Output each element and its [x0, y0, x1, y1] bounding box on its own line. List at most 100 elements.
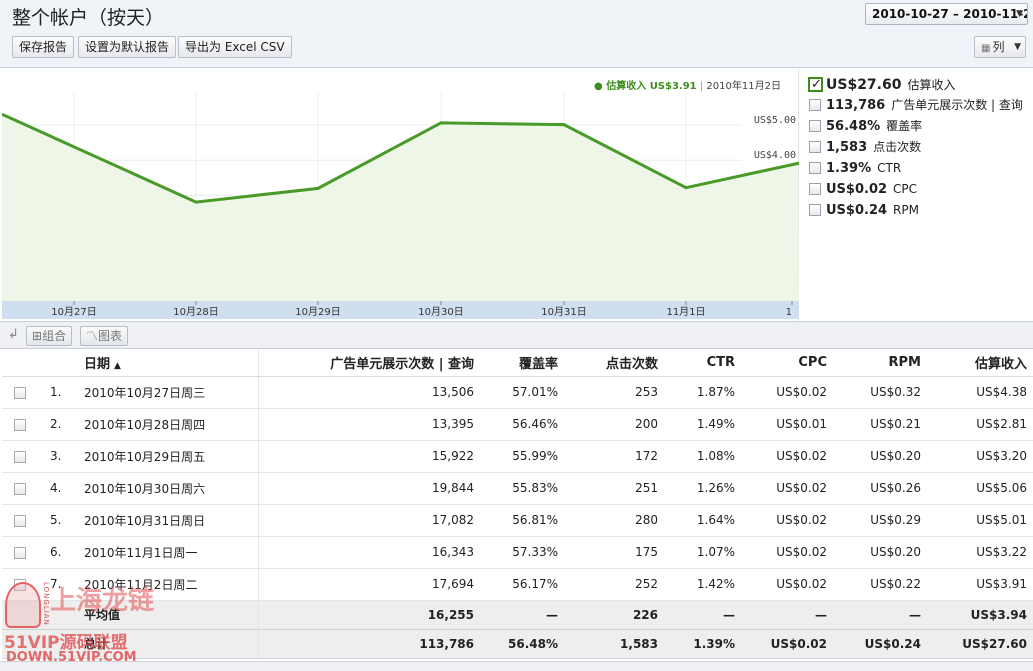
table-row[interactable]: 3. 2010年10月29日周五 15,922 55.99% 172 1.08% US$0.…	[2, 440, 1033, 473]
row-clicks: 172	[564, 440, 664, 473]
metric-checkbox[interactable]	[809, 120, 821, 132]
metric-checkbox[interactable]	[809, 162, 821, 174]
set-default-report-button[interactable]: 设置为默认报告	[78, 36, 177, 58]
row-ctr: 1.64%	[664, 504, 741, 537]
total-clicks: 1,583	[564, 629, 664, 659]
summary-blank	[2, 629, 40, 659]
legend-series: ● 估算收入 US$3.91	[594, 81, 697, 92]
row-checkbox[interactable]	[14, 450, 26, 463]
table-row[interactable]: 6. 2010年11月1日周一 16,343 57.33% 175 1.07% US$0.0…	[2, 536, 1033, 569]
row-checkbox[interactable]	[14, 386, 26, 399]
metric-label: CPC	[893, 182, 918, 196]
metric-checkbox[interactable]	[809, 141, 821, 153]
metric-checkbox[interactable]	[809, 99, 821, 111]
data-point	[72, 145, 76, 149]
header-rpm[interactable]: RPM	[833, 350, 927, 377]
metric-item[interactable]: 113,786 广告单元展示次数 | 查询	[806, 95, 1031, 116]
row-clicks: 280	[564, 504, 664, 537]
metric-item[interactable]: 1.39% CTR	[806, 158, 1031, 179]
metric-item[interactable]: US$0.24 RPM	[806, 200, 1031, 221]
chart-svg: US$0.00US$1.00US$2.00US$3.00US$4.00US$5.…	[1, 93, 800, 302]
total-impressions: 113,786	[258, 629, 480, 659]
y-tick-label: US$4.00	[754, 150, 796, 161]
total-ctr: 1.39%	[664, 629, 741, 659]
header-coverage[interactable]: 覆盖率	[480, 350, 564, 377]
date-range-label: 2010-10-27 – 2010-11-2	[872, 7, 1028, 21]
table-row[interactable]: 1. 2010年10月27日周三 13,506 57.01% 253 1.87% US$0.…	[2, 376, 1033, 409]
metric-value: US$0.24	[826, 203, 888, 218]
metric-label: RPM	[893, 203, 919, 217]
row-rpm: US$0.21	[833, 408, 927, 441]
table-row[interactable]: 7. 2010年11月2日周二 17,694 56.17% 252 1.42% US$0.0…	[2, 568, 1033, 601]
x-tick-label: 10月30日	[418, 306, 463, 318]
chart-icon: 〽	[86, 329, 99, 343]
metric-checkbox[interactable]	[809, 183, 821, 195]
header-cpc[interactable]: CPC	[741, 350, 833, 377]
metric-item[interactable]: US$0.02 CPC	[806, 179, 1031, 200]
chart-view-button[interactable]: 〽图表	[80, 326, 129, 346]
average-row: 平均值 16,255—226— — — US$3.94	[2, 600, 1033, 630]
data-point	[562, 123, 566, 127]
row-cpc: US$0.02	[741, 472, 833, 505]
columns-button[interactable]: ▦ 列 ▼	[974, 36, 1026, 58]
metric-label: 点击次数	[873, 140, 922, 154]
table-row[interactable]: 2. 2010年10月28日周四 13,395 56.46% 200 1.49% US$0.…	[2, 408, 1033, 441]
metric-item[interactable]: 1,583 点击次数	[806, 137, 1031, 158]
x-tick-label: 10月29日	[295, 306, 340, 318]
header-ctr[interactable]: CTR	[664, 350, 741, 377]
row-rpm: US$0.20	[833, 440, 927, 473]
average-coverage: —	[480, 600, 564, 630]
row-checkbox[interactable]	[14, 514, 26, 527]
metric-value: 1.39%	[826, 161, 872, 176]
revenue-chart: US$0.00US$1.00US$2.00US$3.00US$4.00US$5.…	[1, 69, 800, 321]
metric-value: US$27.60	[826, 77, 902, 93]
export-csv-button[interactable]: 导出为 Excel CSV	[178, 36, 292, 58]
row-cpc: US$0.02	[741, 440, 833, 473]
header-revenue[interactable]: 估算收入	[927, 350, 1033, 377]
row-coverage: 57.33%	[480, 536, 564, 569]
row-index: 4.	[40, 472, 80, 505]
metric-checkbox[interactable]	[809, 204, 821, 216]
chart-label: 图表	[98, 329, 123, 343]
metric-item[interactable]: US$27.60 估算收入	[806, 75, 1031, 95]
row-revenue: US$4.38	[927, 376, 1033, 409]
x-axis-svg: 10月27日 10月28日 10月29日 10月30日 10月31日 11月1日 1	[51, 301, 793, 318]
row-checkbox[interactable]	[14, 418, 26, 431]
x-tick-label: 11月1日	[666, 306, 705, 318]
metric-value: 56.48%	[826, 119, 881, 134]
average-label: 平均值	[80, 600, 259, 630]
row-date: 2010年10月31日周日	[80, 504, 259, 537]
total-revenue: US$27.60	[927, 629, 1033, 659]
row-impressions: 15,922	[258, 440, 480, 473]
chevron-down-icon: ▼	[1014, 42, 1021, 52]
combine-view-button[interactable]: ⊞组合	[26, 326, 73, 346]
row-index: 5.	[40, 504, 80, 537]
row-checkbox[interactable]	[14, 546, 26, 559]
x-tick-label: 10月31日	[541, 306, 586, 318]
table-row[interactable]: 4. 2010年10月30日周六 19,844 55.83% 251 1.26% US$0.…	[2, 472, 1033, 505]
row-clicks: 251	[564, 472, 664, 505]
header-date[interactable]: 日期 ▲	[80, 350, 259, 377]
header-impressions[interactable]: 广告单元展示次数 | 查询	[258, 350, 480, 377]
row-checkbox[interactable]	[14, 482, 26, 495]
row-impressions: 13,506	[258, 376, 480, 409]
metric-label: 估算收入	[907, 78, 956, 92]
save-report-button[interactable]: 保存报告	[12, 36, 75, 58]
table-row[interactable]: 5. 2010年10月31日周日 17,082 56.81% 280 1.64% US$0.…	[2, 504, 1033, 537]
data-point	[316, 186, 320, 190]
metric-checkbox[interactable]	[808, 75, 823, 95]
total-row: 总计 113,786 56.48% 1,583 1.39% US$0.02 US$0.24 U…	[2, 629, 1033, 659]
date-range-picker[interactable]: 2010-10-27 – 2010-11-2 ▼	[865, 3, 1028, 25]
row-rpm: US$0.32	[833, 376, 927, 409]
header-clicks[interactable]: 点击次数	[564, 350, 664, 377]
collapse-arrow-icon[interactable]: ↲	[8, 327, 19, 342]
metric-item[interactable]: 56.48% 覆盖率	[806, 116, 1031, 137]
metric-value: 1,583	[826, 140, 868, 155]
data-point	[439, 121, 443, 125]
metric-label: 覆盖率	[886, 119, 923, 133]
row-select	[2, 408, 40, 441]
row-impressions: 16,343	[258, 536, 480, 569]
row-index: 6.	[40, 536, 80, 569]
row-rpm: US$0.29	[833, 504, 927, 537]
row-checkbox[interactable]	[14, 578, 26, 591]
